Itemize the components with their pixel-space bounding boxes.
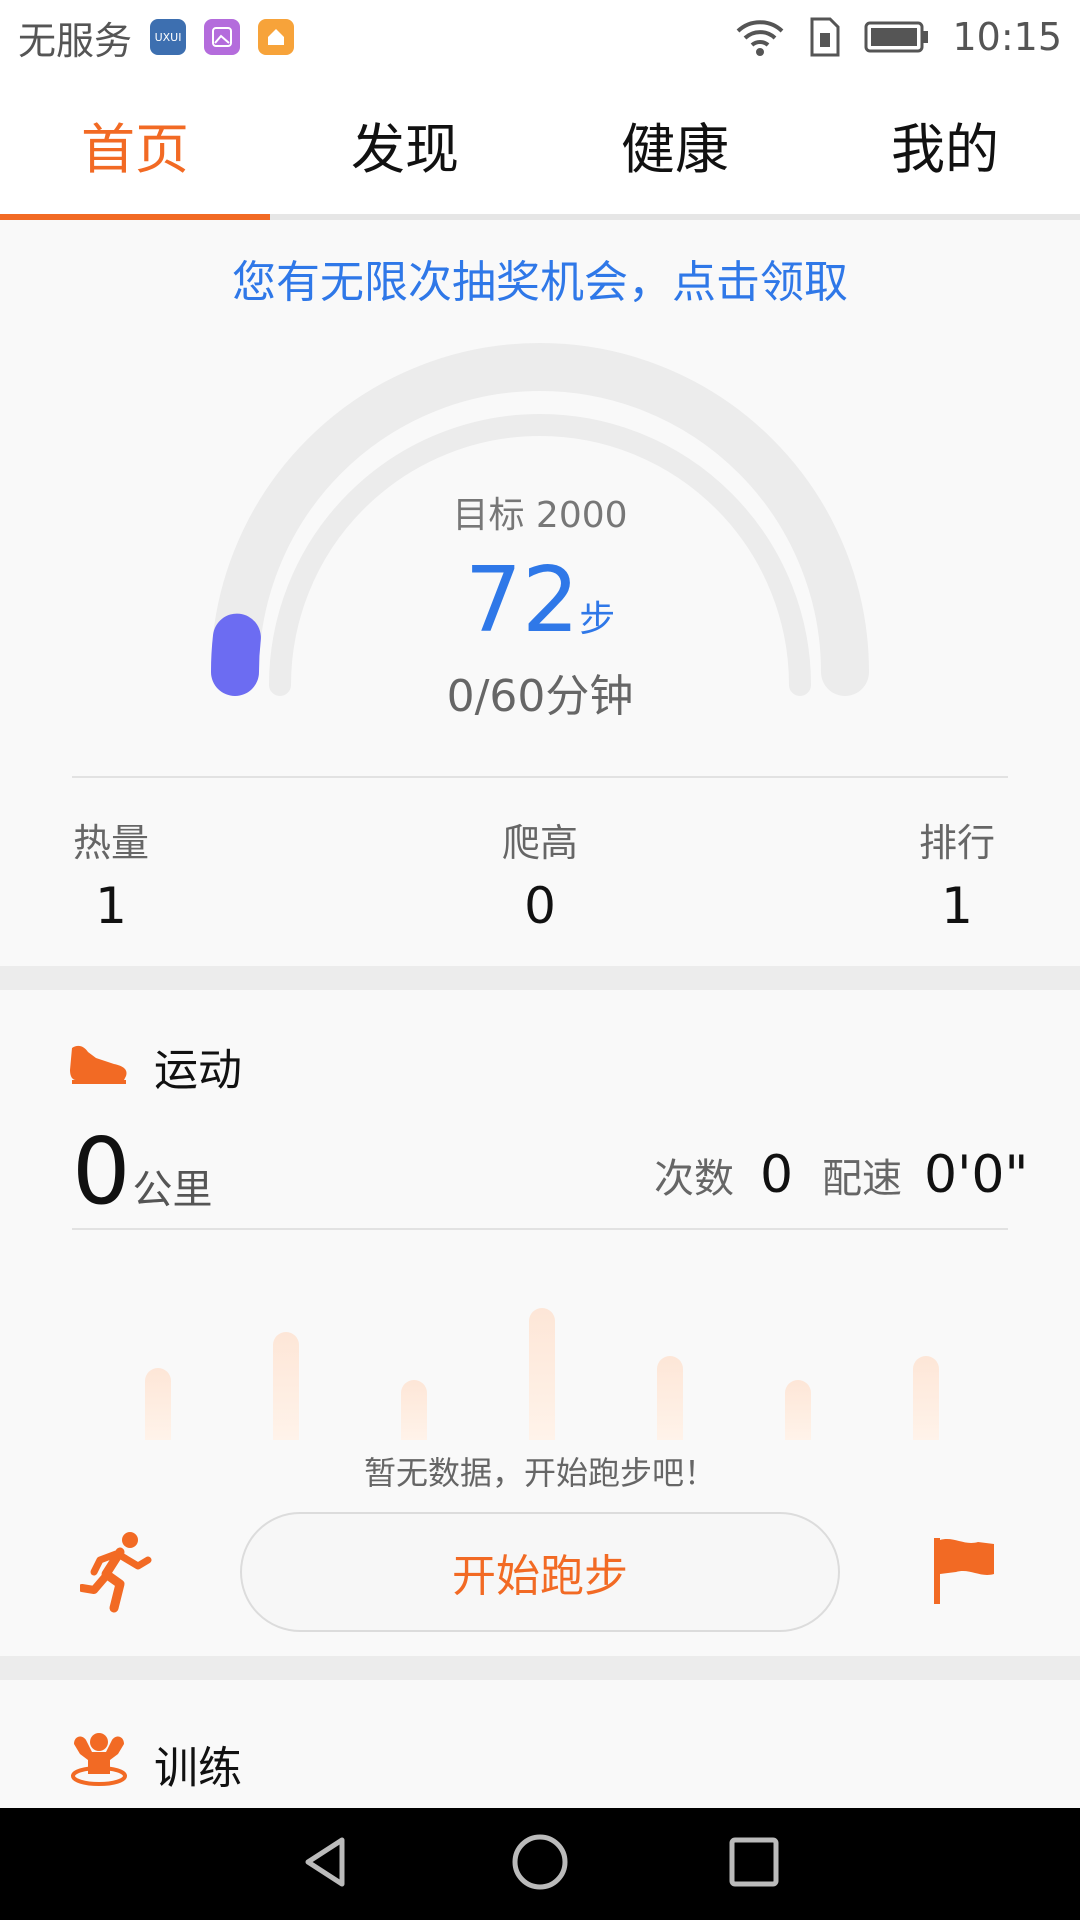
run-count: 次数 0 — [654, 1145, 793, 1205]
section-separator — [0, 1656, 1080, 1680]
tab-home[interactable]: 首页 — [0, 74, 270, 220]
placeholder-bars — [0, 1300, 1080, 1440]
training-card-title[interactable]: 训练 — [68, 1730, 242, 1797]
tab-health[interactable]: 健康 — [540, 74, 810, 214]
stat-value: 0 — [524, 877, 556, 935]
no-data-message: 暂无数据，开始跑步吧！ — [363, 1454, 716, 1492]
distance-value: 0 — [72, 1118, 131, 1225]
clock: 10:15 — [952, 15, 1062, 59]
divider — [72, 776, 1008, 778]
tab-mine[interactable]: 我的 — [810, 74, 1080, 214]
step-count: 72步 — [0, 548, 1080, 653]
active-minutes: 0/60分钟 — [446, 671, 634, 722]
lottery-promo-link[interactable]: 您有无限次抽奖机会，点击领取 — [0, 246, 1080, 310]
running-shoe-icon — [68, 1036, 154, 1097]
stat-label: 爬高 — [501, 821, 578, 865]
stat-label: 热量 — [72, 821, 149, 865]
home-app-icon — [258, 19, 295, 55]
sim-icon — [808, 17, 842, 57]
battery-icon — [864, 19, 930, 55]
section-separator — [0, 966, 1080, 990]
step-target: 目标 2000 — [452, 495, 628, 536]
start-running-button[interactable]: 开始跑步 — [240, 1512, 840, 1632]
recents-icon[interactable] — [726, 1834, 782, 1894]
muscle-icon — [68, 1730, 154, 1797]
stat-value: 1 — [95, 877, 127, 935]
tab-discover[interactable]: 发现 — [270, 74, 540, 214]
run-count-label: 次数 — [654, 1156, 734, 1202]
wifi-icon — [734, 17, 786, 57]
step-count-unit: 步 — [579, 599, 616, 640]
divider — [72, 1228, 1008, 1230]
flag-icon[interactable] — [930, 1536, 996, 1610]
placeholder-bar — [785, 1380, 811, 1440]
top-tab-bar: 首页 发现 健康 我的 — [0, 74, 1080, 220]
stat-label: 排行 — [918, 821, 995, 865]
pace-value: 0'0" — [924, 1145, 1029, 1205]
status-bar: 无服务 UXUI 10:15 — [0, 0, 1080, 74]
sport-title-label: 运动 — [154, 1045, 242, 1096]
carrier-label: 无服务 — [18, 18, 133, 63]
run-count-value: 0 — [760, 1145, 794, 1205]
stat-value: 1 — [941, 877, 973, 935]
uxui-app-icon: UXUI — [150, 19, 187, 55]
distance-readout: 0 公里 — [72, 1118, 213, 1225]
placeholder-bar — [401, 1380, 427, 1440]
pace-label: 配速 — [822, 1156, 902, 1202]
training-title-label: 训练 — [154, 1742, 242, 1794]
placeholder-bar — [913, 1356, 939, 1440]
sport-card-title[interactable]: 运动 — [68, 1034, 242, 1098]
stat-ranking[interactable]: 排行 1 — [882, 812, 1032, 935]
distance-unit: 公里 — [132, 1167, 213, 1213]
runner-icon[interactable] — [78, 1530, 154, 1618]
step-count-value: 72 — [464, 548, 580, 653]
back-icon[interactable] — [298, 1834, 354, 1894]
placeholder-bar — [273, 1332, 299, 1440]
home-icon[interactable] — [510, 1832, 570, 1896]
pace: 配速 0'0" — [822, 1145, 1028, 1205]
stat-calories[interactable]: 热量 1 — [36, 812, 186, 935]
stat-climb[interactable]: 爬高 0 — [465, 812, 615, 935]
placeholder-bar — [529, 1308, 555, 1440]
system-navigation-bar — [0, 1808, 1080, 1920]
gallery-app-icon — [204, 19, 241, 55]
placeholder-bar — [145, 1368, 171, 1440]
placeholder-bar — [657, 1356, 683, 1440]
